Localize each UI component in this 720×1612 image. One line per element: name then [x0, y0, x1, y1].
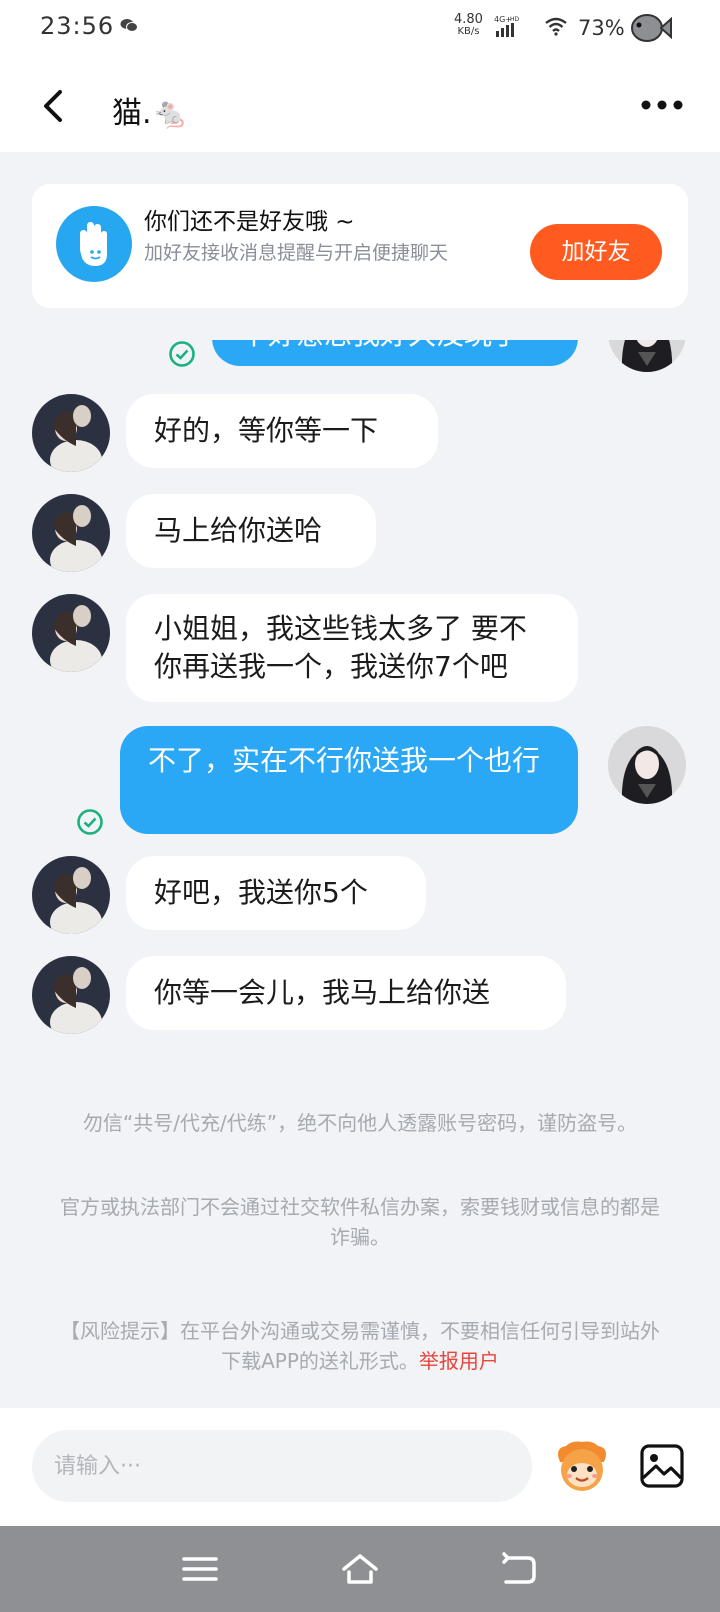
wechat-notification-icon	[120, 19, 138, 32]
message-bubble[interactable]: 好吧，我送你5个	[126, 856, 426, 930]
more-options-icon[interactable]	[640, 98, 684, 112]
status-time: 23:56	[40, 12, 115, 40]
message-bubble[interactable]: 小姐姐，我这些钱太多了 要不你再送我一个，我送你7个吧	[126, 594, 578, 702]
fraud-warning-notice: 官方或执法部门不会通过社交软件私信办案，索要钱财或信息的都是诈骗。	[60, 1195, 660, 1249]
emoji-sticker-icon[interactable]	[552, 1436, 612, 1496]
read-check-icon	[169, 341, 195, 367]
back-nav-icon[interactable]	[494, 1548, 542, 1590]
read-check-icon	[77, 809, 103, 835]
contact-avatar[interactable]	[32, 956, 110, 1034]
account-safety-notice: 勿信“共号/代充/代练”，绝不向他人透露账号密码，谨防盗号。	[82, 1111, 638, 1135]
network-speed-unit: KB/s	[457, 26, 480, 37]
contact-avatar[interactable]	[32, 394, 110, 472]
friend-card-subtitle: 加好友接收消息提醒与开启便捷聊天	[144, 242, 449, 264]
contact-avatar[interactable]	[32, 856, 110, 934]
message-input-bar	[0, 1408, 720, 1526]
wave-hand-icon	[56, 206, 132, 282]
add-friend-card: 你们还不是好友哦 ~ 加好友接收消息提醒与开启便捷聊天 加好友	[32, 184, 688, 308]
network-speed-value: 4.80	[454, 12, 483, 27]
contact-avatar[interactable]	[32, 494, 110, 572]
battery-fish-icon	[631, 14, 672, 42]
message-input[interactable]	[32, 1430, 532, 1502]
back-arrow-icon[interactable]	[38, 86, 68, 126]
menu-icon[interactable]	[176, 1548, 224, 1590]
chat-header: 猫.🐁	[0, 58, 720, 152]
system-nav-bar	[0, 1526, 720, 1612]
message-bubble[interactable]: 马上给你送哈	[126, 494, 376, 568]
network-hd: HD	[510, 16, 520, 23]
add-friend-button[interactable]: 加好友	[530, 224, 662, 280]
wifi-icon	[545, 17, 567, 36]
report-user-link[interactable]: 举报用户	[419, 1349, 499, 1373]
friend-card-title: 你们还不是好友哦 ~	[144, 209, 355, 235]
status-bar: 23:56 4.80 KB/s 4G+ HD 73%	[0, 0, 720, 58]
my-avatar[interactable]	[608, 726, 686, 804]
network-speed: 4.80 KB/s	[454, 12, 483, 38]
risk-notice: 【风险提示】在平台外沟通或交易需谨慎，不要相信任何引导到站外下载APP的送礼形式…	[58, 1316, 662, 1376]
message-bubble[interactable]: 你等一会儿，我马上给你送	[126, 956, 566, 1030]
risk-notice-text: 【风险提示】在平台外沟通或交易需谨慎，不要相信任何引导到站外下载APP的送礼形式…	[60, 1319, 660, 1373]
home-icon[interactable]	[336, 1548, 384, 1590]
message-bubble[interactable]: 好的，等你等一下	[126, 394, 438, 468]
chat-title[interactable]: 猫.🐁	[112, 88, 189, 132]
message-bubble[interactable]: 不好意思我好久没玩了	[212, 340, 578, 366]
image-picker-icon[interactable]	[638, 1442, 686, 1490]
battery-percent: 73%	[578, 16, 625, 40]
signal-icon: 4G+ HD	[494, 15, 520, 37]
my-avatar[interactable]	[608, 340, 686, 372]
message-bubble[interactable]: 不了，实在不行你送我一个也行	[120, 726, 578, 834]
contact-avatar[interactable]	[32, 594, 110, 672]
message-list[interactable]: 不好意思我好久没玩了 好的，等你等一下 马上给你送哈	[0, 340, 720, 1060]
